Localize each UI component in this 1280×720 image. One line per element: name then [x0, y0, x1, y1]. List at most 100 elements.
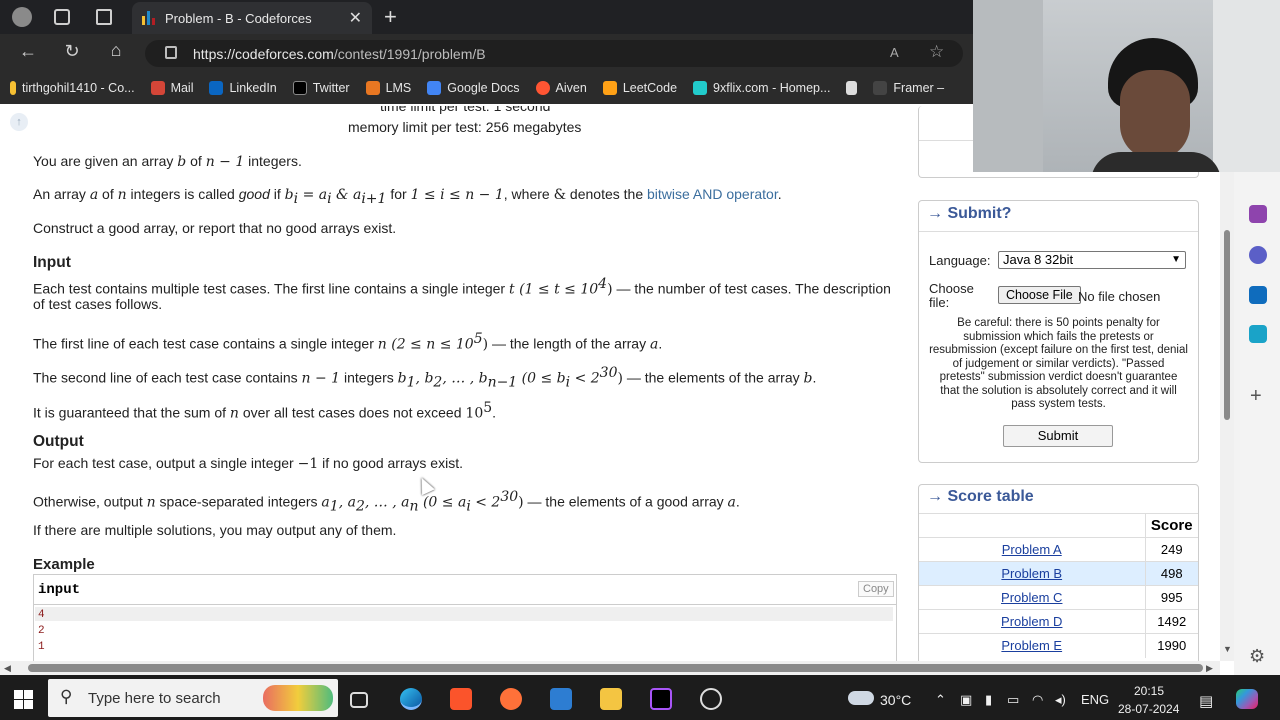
search-icon: ⚲ [60, 687, 73, 706]
input-language[interactable]: ENG [1081, 692, 1109, 707]
clock-time[interactable]: 20:15 [1134, 684, 1164, 698]
example-input-line: 4 [38, 609, 45, 621]
bookmark-item[interactable]: tirthgohil1410 - Co... [10, 81, 135, 95]
intellij-idea-icon[interactable] [650, 688, 672, 710]
workspaces-icon[interactable] [54, 9, 70, 25]
aiven-icon [535, 81, 550, 95]
url-path: /contest/1991/problem/B [333, 45, 486, 62]
bookmark-item[interactable]: LeetCode [602, 81, 677, 95]
input-header: Input [33, 254, 71, 271]
statement-paragraph-1: You are given an array b of n − 1 intege… [33, 153, 302, 170]
bookmark-item[interactable]: LinkedIn [209, 81, 277, 95]
score-value: 1492 [1144, 609, 1198, 634]
copilot-icon[interactable] [1236, 689, 1258, 709]
codeforces-favicon-icon [142, 11, 155, 25]
home-icon[interactable]: ⌂ [104, 40, 128, 61]
new-tab-icon[interactable]: + [384, 4, 397, 30]
horizontal-scroll-thumb[interactable] [28, 664, 1203, 672]
weather-temperature[interactable]: 30°C [880, 692, 911, 708]
bitwise-and-link[interactable]: bitwise AND operator [647, 186, 778, 202]
weather-cloud-icon[interactable] [848, 691, 874, 705]
output-line-1: For each test case, output a single inte… [33, 455, 463, 472]
scroll-right-icon[interactable]: ▶ [1206, 663, 1213, 674]
codeforces-bookmark-icon [10, 81, 16, 95]
problem-link[interactable]: Problem C [1001, 590, 1062, 605]
clock-date[interactable]: 28-07-2024 [1118, 702, 1179, 716]
volume-icon[interactable]: ◂) [1055, 692, 1066, 708]
tab-title: Problem - B - Codeforces [165, 10, 312, 26]
problem-link[interactable]: Problem B [1001, 566, 1062, 581]
settings-gear-icon[interactable]: ⚙ [1249, 646, 1265, 667]
add-sidebar-app-icon[interactable]: + [1250, 385, 1262, 408]
table-row-current: Problem B 498 [919, 561, 1198, 586]
bookmark-item[interactable]: Google Docs [427, 81, 520, 95]
read-aloud-icon[interactable]: A [890, 45, 899, 60]
file-explorer-icon[interactable] [600, 688, 622, 710]
submit-box: → Submit? Language: Java 8 32bit ▼ Choos… [918, 200, 1199, 463]
scroll-up-icon[interactable]: ↑ [10, 113, 28, 131]
bookmark-item[interactable]: 9xflix.com - Homep... [693, 81, 830, 95]
table-row: Problem A 249 [919, 537, 1198, 562]
back-icon[interactable]: ← [16, 41, 40, 62]
bookmarks-bar: tirthgohil1410 - Co... Mail LinkedIn Twi… [0, 72, 973, 104]
submit-button[interactable]: Submit [1003, 425, 1113, 447]
example-line-highlight [35, 607, 893, 621]
taskbar-search-input[interactable]: ⚲ Type here to search [48, 679, 338, 717]
webcam-overlay [973, 0, 1280, 172]
copy-button[interactable]: Copy [858, 581, 894, 597]
firefox-icon[interactable] [500, 688, 522, 710]
url-field[interactable]: https://codeforces.com/contest/1991/prob… [145, 40, 963, 67]
problem-link[interactable]: Problem D [1001, 614, 1062, 629]
browser-tab[interactable]: Problem - B - Codeforces ✕ [132, 2, 372, 34]
profile-icon[interactable] [12, 7, 32, 27]
task-view-icon[interactable] [350, 692, 368, 708]
bookmark-item[interactable]: Twitter [292, 81, 350, 95]
send-icon[interactable] [1249, 325, 1267, 343]
scroll-down-icon[interactable]: ▼ [1223, 644, 1232, 654]
score-value: 498 [1144, 561, 1198, 586]
choose-file-button[interactable]: Choose File [998, 286, 1081, 304]
meet-now-icon[interactable]: ▣ [960, 692, 972, 708]
brave-icon[interactable] [450, 688, 472, 710]
edge-browser-icon[interactable] [400, 688, 422, 710]
outlook-icon[interactable] [1249, 286, 1267, 304]
time-limit: time limit per test: 1 second [380, 106, 551, 114]
favorite-star-icon[interactable]: ☆ [929, 42, 944, 62]
microsoft-store-icon[interactable] [550, 688, 572, 710]
bookmark-item[interactable]: Aiven [535, 81, 587, 95]
example-header: Example [33, 556, 95, 573]
google-docs-icon [427, 81, 442, 95]
score-table: Score Problem A 249 Problem B 498 Proble… [919, 513, 1198, 658]
notifications-icon[interactable]: ▤ [1199, 692, 1213, 710]
language-select[interactable]: Java 8 32bit ▼ [998, 251, 1186, 269]
vertical-scroll-thumb[interactable] [1224, 230, 1230, 420]
battery-icon[interactable]: ▭ [1007, 692, 1019, 708]
windows-start-icon[interactable] [14, 690, 33, 709]
table-row: Problem E 1990 [919, 633, 1198, 658]
bookmark-item[interactable]: LMS [365, 81, 411, 95]
penalty-warning: Be careful: there is 50 points penalty f… [929, 317, 1188, 410]
bookmark-item[interactable] [846, 81, 858, 95]
memory-limit: memory limit per test: 256 megabytes [348, 119, 582, 135]
bookmark-item[interactable]: Framer – [873, 81, 944, 95]
screen-recorder-icon[interactable] [700, 688, 722, 710]
edge-tools-icon[interactable] [1249, 205, 1267, 223]
wifi-icon[interactable]: ◠ [1032, 692, 1043, 708]
close-tab-icon[interactable]: ✕ [349, 8, 362, 28]
output-line-3: If there are multiple solutions, you may… [33, 522, 397, 538]
refresh-icon[interactable]: ↻ [60, 41, 84, 62]
problem-link[interactable]: Problem E [1001, 638, 1062, 653]
example-input-line: 2 [38, 625, 45, 637]
bookmark-item[interactable]: Mail [150, 81, 193, 95]
score-value: 995 [1144, 585, 1198, 610]
edge-games-icon[interactable] [1249, 246, 1267, 264]
no-file-chosen-text: No file chosen [1078, 289, 1161, 304]
show-hidden-icons-icon[interactable]: ⌃ [935, 692, 946, 708]
tab-actions-icon[interactable] [96, 9, 112, 25]
output-header: Output [33, 433, 84, 450]
leetcode-icon [602, 81, 617, 95]
problem-link[interactable]: Problem A [1002, 542, 1062, 557]
scroll-left-icon[interactable]: ◀ [4, 663, 11, 674]
microphone-icon[interactable]: ▮ [985, 692, 992, 708]
search-highlight-icon [263, 685, 333, 711]
